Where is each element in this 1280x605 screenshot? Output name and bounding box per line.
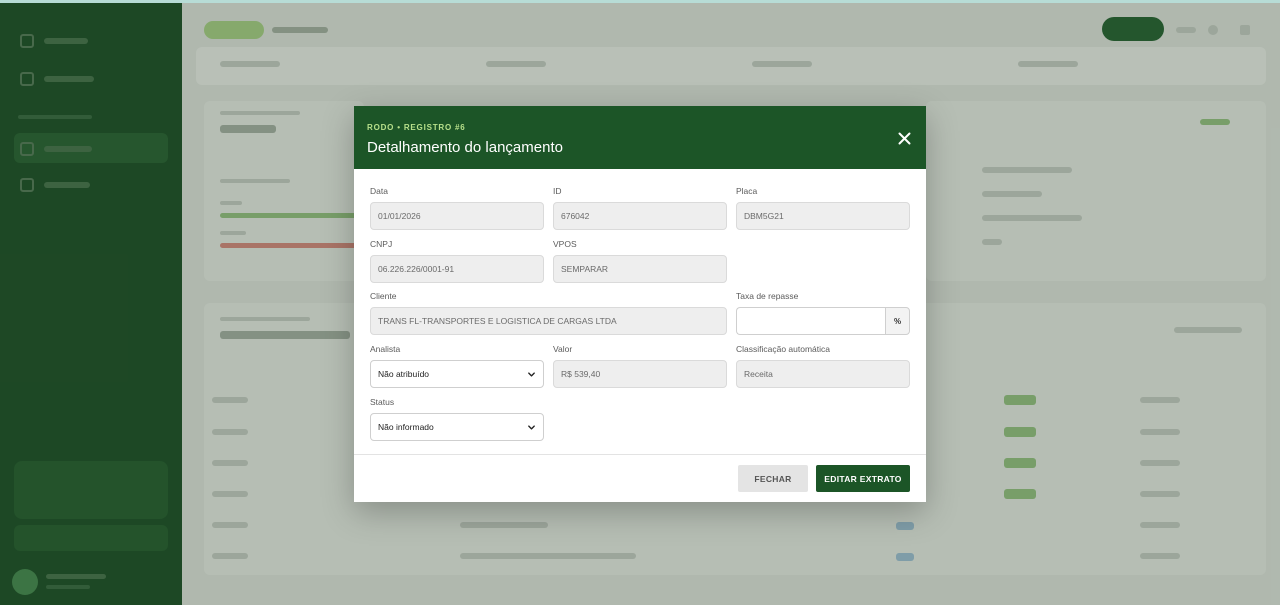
editar-extrato-button[interactable]: EDITAR EXTRATO bbox=[816, 465, 910, 492]
field-analista: Analista Não atribuído bbox=[370, 344, 544, 388]
field-valor: Valor R$ 539,40 bbox=[553, 344, 727, 388]
field-vpos: VPOS SEMPARAR bbox=[553, 239, 727, 283]
close-button[interactable] bbox=[892, 126, 916, 150]
field-vpos-label: VPOS bbox=[553, 239, 577, 249]
vpos-input[interactable]: SEMPARAR bbox=[553, 255, 727, 283]
detail-modal: RODO • REGISTRO #6 Detalhamento do lança… bbox=[354, 106, 926, 502]
placa-input[interactable]: DBM5G21 bbox=[736, 202, 910, 230]
field-analista-label: Analista bbox=[370, 344, 401, 354]
taxa-repasse-input[interactable] bbox=[736, 307, 885, 335]
field-cnpj: CNPJ 06.226.226/0001-91 bbox=[370, 239, 544, 283]
top-accent-bar bbox=[0, 0, 1280, 3]
id-input[interactable]: 676042 bbox=[553, 202, 727, 230]
chevron-down-icon bbox=[528, 371, 535, 377]
field-status-label: Status bbox=[370, 397, 395, 407]
field-data-label: Data bbox=[370, 186, 388, 196]
percent-suffix: % bbox=[885, 307, 910, 335]
field-placa: Placa DBM5G21 bbox=[736, 186, 910, 230]
field-id-label: ID bbox=[553, 186, 562, 196]
modal-title: Detalhamento do lançamento bbox=[367, 139, 563, 156]
field-taxa-repasse: Taxa de repasse % bbox=[736, 291, 910, 335]
valor-input[interactable]: R$ 539,40 bbox=[553, 360, 727, 388]
data-input[interactable]: 01/01/2026 bbox=[370, 202, 544, 230]
chevron-down-icon bbox=[528, 424, 535, 430]
cnpj-input[interactable]: 06.226.226/0001-91 bbox=[370, 255, 544, 283]
field-status: Status Não informado bbox=[370, 397, 544, 441]
cliente-input[interactable]: TRANS FL-TRANSPORTES E LOGISTICA DE CARG… bbox=[370, 307, 727, 335]
field-cliente: Cliente TRANS FL-TRANSPORTES E LOGISTICA… bbox=[370, 291, 727, 335]
fechar-button[interactable]: FECHAR bbox=[738, 465, 808, 492]
status-selected-value: Não informado bbox=[378, 422, 434, 432]
status-select[interactable]: Não informado bbox=[370, 413, 544, 441]
field-cliente-label: Cliente bbox=[370, 291, 397, 301]
classificacao-input[interactable]: Receita bbox=[736, 360, 910, 388]
analista-selected-value: Não atribuído bbox=[378, 369, 430, 379]
field-classificacao: Classificação automática Receita bbox=[736, 344, 910, 388]
field-valor-label: Valor bbox=[553, 344, 573, 354]
modal-header: RODO • REGISTRO #6 Detalhamento do lança… bbox=[354, 106, 926, 169]
footer-divider bbox=[354, 454, 926, 455]
field-id: ID 676042 bbox=[553, 186, 727, 230]
modal-eyebrow: RODO • REGISTRO #6 bbox=[367, 123, 466, 132]
close-icon bbox=[898, 132, 910, 144]
field-placa-label: Placa bbox=[736, 186, 758, 196]
taxa-input-group: % bbox=[736, 307, 910, 335]
field-cnpj-label: CNPJ bbox=[370, 239, 393, 249]
analista-select[interactable]: Não atribuído bbox=[370, 360, 544, 388]
field-classificacao-label: Classificação automática bbox=[736, 344, 831, 354]
field-data: Data 01/01/2026 bbox=[370, 186, 544, 230]
field-taxa-label: Taxa de repasse bbox=[736, 291, 799, 301]
